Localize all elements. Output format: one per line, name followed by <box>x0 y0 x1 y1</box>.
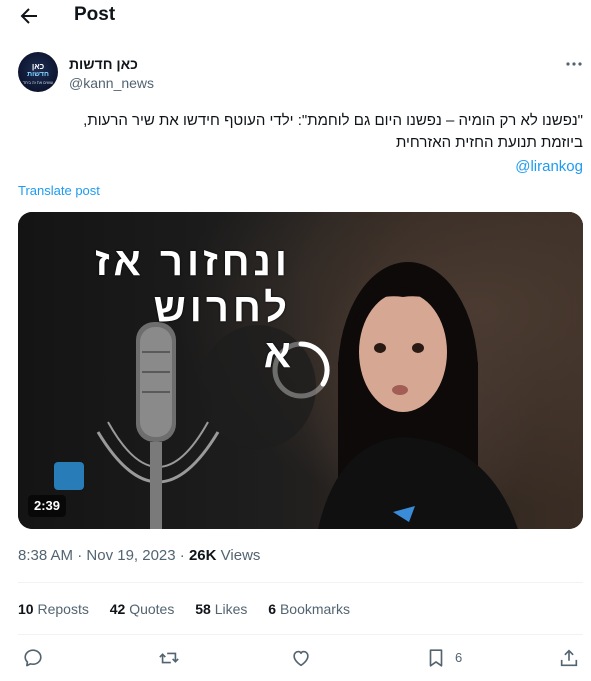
page-title: Post <box>74 4 116 25</box>
avatar[interactable]: כאן חדשות עושים את זה ביחד <box>18 52 58 92</box>
repost-icon <box>159 652 179 664</box>
post-text-line: ביוזמת תנועת החזית האזרחית <box>395 134 583 151</box>
post-text-line: "נפשנו לא רק הומיה – נפשנו היום גם לוחמת… <box>83 112 583 129</box>
stat-label: Likes <box>214 601 248 617</box>
post-date[interactable]: Nov 19, 2023 <box>86 547 175 564</box>
avatar-logo-line: כאן <box>31 62 45 71</box>
repost-button[interactable] <box>158 647 180 671</box>
bookmark-button[interactable]: 6 <box>425 647 475 671</box>
action-bar: 6 <box>0 645 591 675</box>
mention-link[interactable]: @lirankog <box>18 158 583 175</box>
meta-separator: · <box>77 547 83 564</box>
more-dots-icon <box>566 62 582 66</box>
reply-icon <box>24 649 42 667</box>
bookmark-icon <box>429 649 443 667</box>
divider <box>18 634 583 635</box>
stat-label: Reposts <box>37 601 89 617</box>
back-button[interactable] <box>17 4 41 28</box>
like-button[interactable] <box>290 647 312 671</box>
stat-count: 42 <box>109 601 126 617</box>
post-text: "נפשנו לא רק הומיה – נפשנו היום גם לוחמת… <box>18 110 583 154</box>
views-label: Views <box>220 547 261 564</box>
stat-reposts[interactable]: 10 Reposts <box>18 601 89 617</box>
post-stats: 10 Reposts 42 Quotes 58 Likes 6 Bookmark… <box>18 601 367 617</box>
stat-label: Bookmarks <box>279 601 350 617</box>
stat-count: 6 <box>268 601 277 617</box>
stat-quotes[interactable]: 42 Quotes <box>110 601 175 617</box>
video-duration-badge: 2:39 <box>28 495 67 517</box>
avatar-logo-line: חדשות <box>27 71 49 78</box>
like-icon <box>293 650 309 667</box>
divider <box>18 582 583 583</box>
share-icon <box>560 649 578 667</box>
reply-button[interactable] <box>22 647 44 671</box>
author-handle[interactable]: @kann_news <box>69 75 154 91</box>
loading-spinner-icon <box>272 341 330 399</box>
author-display-name[interactable]: כאן חדשות <box>69 56 138 72</box>
views-count: 26K <box>188 547 217 564</box>
stat-likes[interactable]: 58 Likes <box>195 601 247 617</box>
stat-count: 10 <box>18 601 34 617</box>
post-meta: 8:38 AM · Nov 19, 2023 · 26K Views <box>18 547 260 564</box>
more-options-button[interactable] <box>564 54 584 74</box>
bookmark-count: 6 <box>455 650 463 665</box>
video-player[interactable]: ונחזור אז לחרוש א 2:39 <box>18 212 583 529</box>
stat-bookmarks[interactable]: 6 Bookmarks <box>268 601 350 617</box>
translate-post-link[interactable]: Translate post <box>18 183 100 198</box>
avatar-logo-line: עושים את זה ביחד <box>22 80 54 85</box>
post-header: Post <box>0 0 591 32</box>
stat-count: 58 <box>195 601 211 617</box>
post-time[interactable]: 8:38 AM <box>18 547 73 564</box>
post-author: כאן חדשות עושים את זה ביחד כאן חדשות @ka… <box>18 52 582 96</box>
meta-separator: · <box>179 547 185 564</box>
back-arrow-icon <box>20 8 37 24</box>
share-button[interactable] <box>558 647 580 671</box>
stat-label: Quotes <box>129 601 175 617</box>
video-caption-line: לחרוש <box>153 286 291 330</box>
video-caption-line: ונחזור אז <box>94 240 291 284</box>
